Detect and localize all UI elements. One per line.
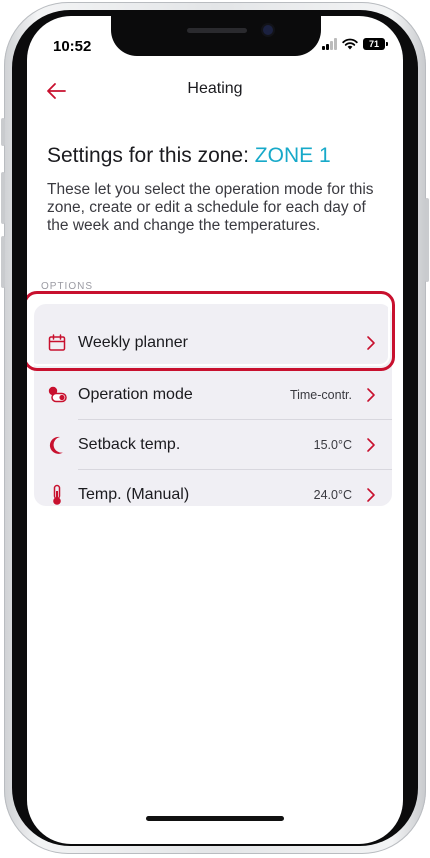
options-section-label: OPTIONS [41,281,94,289]
option-value: 24.0°C [313,488,352,502]
wifi-icon [342,38,358,50]
weekly-planner-highlight [27,291,395,371]
home-indicator[interactable] [146,816,284,821]
toggle-icon [46,384,68,406]
option-label: Temp. (Manual) [78,486,190,503]
status-time: 10:52 [53,38,92,55]
chevron-right-icon [367,438,375,452]
volume-down-button [1,236,5,288]
speaker [187,28,247,33]
chevron-right-icon [367,388,375,402]
notch [111,16,321,56]
power-button [425,198,429,282]
moon-icon [46,434,68,456]
chevron-right-icon [367,488,375,502]
highlight-inner-border [28,296,390,366]
option-value: Time-contr. [289,388,352,402]
status-icons: 71 [322,38,388,50]
zone-heading: Settings for this zone: ZONE 1 [47,144,331,168]
zone-name: ZONE 1 [254,144,331,167]
zone-heading-prefix: Settings for this zone: [47,144,255,167]
thermometer-icon [46,484,68,506]
option-value: 15.0°C [313,438,352,452]
option-setback-temp[interactable]: Setback temp. 15.0°C [34,420,392,470]
option-operation-mode[interactable]: Operation mode Time-contr. [34,370,392,420]
signal-icon [322,38,337,50]
mute-switch [1,118,5,146]
option-label: Operation mode [78,386,193,403]
app-screen: 10:52 71 Heating Settings for this zone:… [27,16,403,844]
battery-icon: 71 [363,38,388,50]
zone-description: These let you select the operation mode … [47,181,374,234]
page-title: Heating [187,80,243,97]
option-label: Setback temp. [78,436,181,453]
volume-up-button [1,172,5,224]
front-camera [263,25,273,35]
option-temp-manual[interactable]: Temp. (Manual) 24.0°C [34,470,392,520]
